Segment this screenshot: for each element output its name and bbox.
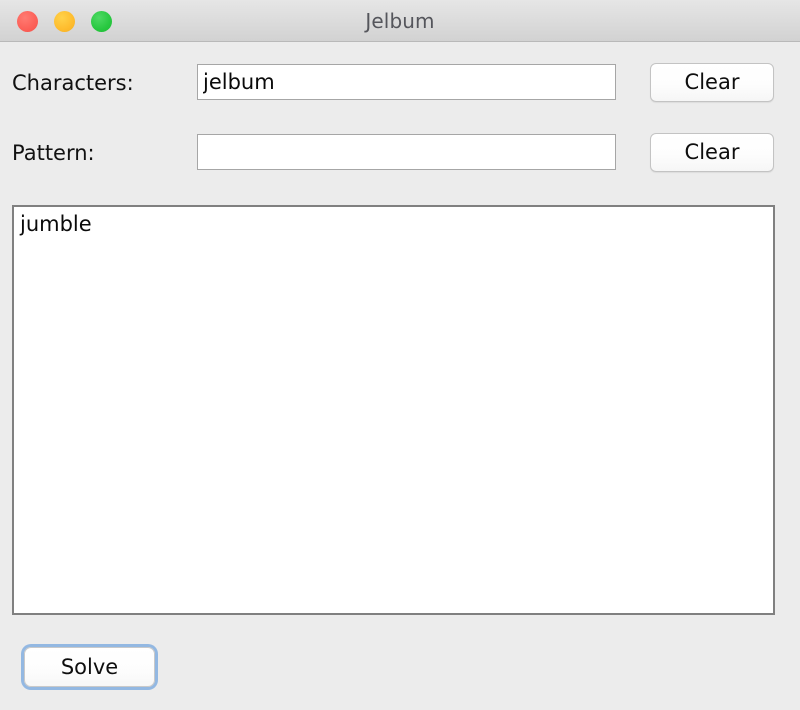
solve-button[interactable]: Solve <box>24 647 155 687</box>
clear-pattern-button[interactable]: Clear <box>650 133 774 172</box>
characters-input[interactable] <box>197 64 616 100</box>
titlebar: Jelbum <box>0 0 800 42</box>
clear-characters-button[interactable]: Clear <box>650 63 774 102</box>
results-output-area[interactable]: jumble <box>12 205 775 615</box>
pattern-input[interactable] <box>197 134 616 170</box>
characters-row: Characters: Clear <box>0 62 800 104</box>
results-text: jumble <box>20 211 767 237</box>
characters-label: Characters: <box>12 62 134 104</box>
pattern-row: Pattern: Clear <box>0 132 800 174</box>
app-window: Jelbum Characters: Clear Pattern: Clear … <box>0 0 800 710</box>
window-title: Jelbum <box>0 0 800 42</box>
pattern-label: Pattern: <box>12 132 95 174</box>
